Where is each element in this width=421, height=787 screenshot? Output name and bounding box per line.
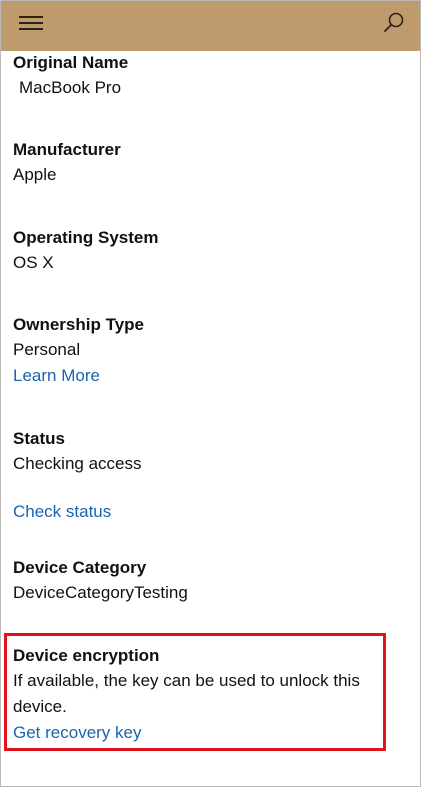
device-category-label: Device Category	[13, 558, 147, 577]
original-name-section: Original Name MacBook Pro	[13, 51, 408, 101]
status-value: Checking access	[13, 454, 142, 473]
ownership-type-section: Ownership Type Personal Learn More	[13, 313, 408, 389]
manufacturer-section: Manufacturer Apple	[13, 138, 408, 188]
status-section: Status Checking access	[13, 427, 408, 477]
operating-system-label: Operating System	[13, 228, 159, 247]
hamburger-menu-icon[interactable]	[19, 15, 43, 33]
manufacturer-label: Manufacturer	[13, 140, 121, 159]
original-name-value: MacBook Pro	[19, 78, 122, 97]
device-category-section: Device Category DeviceCategoryTesting	[13, 556, 408, 606]
learn-more-link[interactable]: Learn More	[13, 363, 100, 389]
status-label: Status	[13, 429, 65, 448]
encryption-highlight-box	[4, 633, 386, 751]
ownership-type-value: Personal	[13, 340, 81, 359]
manufacturer-value: Apple	[13, 165, 57, 184]
original-name-label: Original Name	[13, 53, 129, 72]
ownership-type-label: Ownership Type	[13, 315, 144, 334]
check-status-link[interactable]: Check status	[13, 499, 111, 525]
check-status-row: Check status	[13, 499, 408, 525]
search-icon[interactable]	[382, 11, 406, 35]
device-category-value: DeviceCategoryTesting	[13, 583, 188, 602]
app-window: Original Name MacBook Pro Manufacturer A…	[0, 0, 421, 787]
operating-system-value: OS X	[13, 253, 54, 272]
top-bar	[1, 1, 420, 51]
operating-system-section: Operating System OS X	[13, 226, 408, 276]
